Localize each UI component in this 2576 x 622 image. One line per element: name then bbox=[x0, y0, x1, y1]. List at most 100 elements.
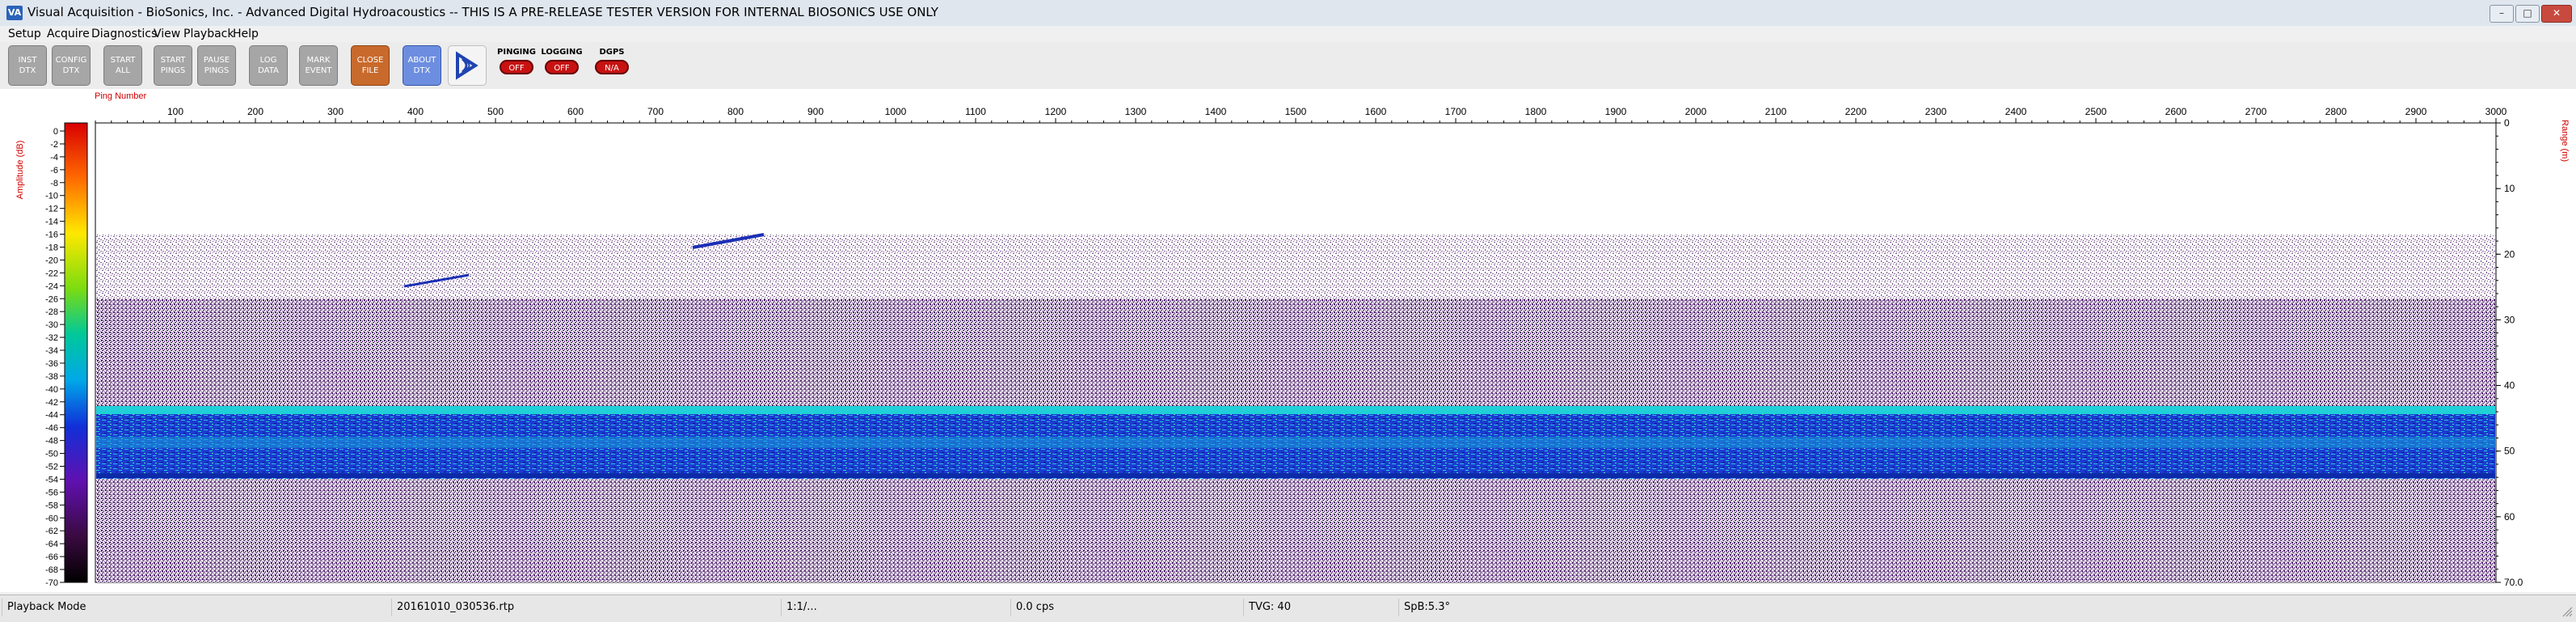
x-tick-label: 2800 bbox=[2325, 106, 2347, 117]
inst-dtx-button[interactable]: INST DTX bbox=[8, 45, 47, 86]
x-tick-label: 2900 bbox=[2405, 106, 2427, 117]
close-window-button[interactable]: ✕ bbox=[2541, 5, 2572, 23]
x-tick-label: 3000 bbox=[2485, 106, 2507, 117]
sub-bottom-noise bbox=[96, 479, 2495, 582]
range-tick-label: 30 bbox=[2504, 314, 2515, 325]
start-pings-button[interactable]: START PINGS bbox=[154, 45, 192, 86]
colorbar-tick-label: -30 bbox=[45, 320, 58, 330]
water-column-noise-upper bbox=[96, 235, 2495, 299]
x-tick-label: 1400 bbox=[1205, 106, 1227, 117]
seabed-mid-line bbox=[96, 437, 2495, 448]
close-file-button[interactable]: CLOSE FILE bbox=[351, 45, 390, 86]
colorbar-tick-label: -66 bbox=[45, 552, 58, 562]
maximize-button[interactable]: □ bbox=[2515, 5, 2540, 23]
colorbar-tick-label: -50 bbox=[45, 450, 58, 459]
colorbar-tick-label: -68 bbox=[45, 565, 58, 575]
biosonics-logo-icon bbox=[448, 45, 487, 86]
colorbar-tick-label: -22 bbox=[45, 269, 58, 278]
colorbar-tick-label: -38 bbox=[45, 372, 58, 382]
x-tick-label: 2200 bbox=[1845, 106, 1867, 117]
x-tick-label: 2300 bbox=[1925, 106, 1947, 117]
range-axis-label: Range (m) bbox=[2560, 120, 2570, 162]
colorbar-tick-label: -28 bbox=[45, 307, 58, 317]
mode-status-text: Playback Mode bbox=[7, 601, 86, 613]
colorbar-tick-label: 0 bbox=[53, 127, 58, 137]
x-tick-label: 1500 bbox=[1285, 106, 1307, 117]
colorbar-tick-label: -14 bbox=[45, 218, 58, 227]
menu-playback[interactable]: Playback bbox=[183, 28, 234, 40]
mark-event-button[interactable]: MARK EVENT bbox=[299, 45, 338, 86]
colorbar-tick-label: -56 bbox=[45, 488, 58, 497]
ping-number-axis: 100 200 300 400 500 600 700 800 900 1000 1100 1200 1… bbox=[95, 106, 2507, 123]
minimize-button[interactable]: – bbox=[2490, 5, 2514, 23]
menu-setup[interactable]: Setup bbox=[8, 28, 41, 40]
colorbar-tick-label: -2 bbox=[50, 140, 58, 150]
file-status: 20161010_030536.rtp bbox=[391, 599, 779, 616]
amplitude-colorbar bbox=[64, 122, 88, 583]
echogram-chart[interactable]: Ping Number Amplitude (dB) Range (m) 0 -2… bbox=[0, 89, 2576, 592]
colorbar-tick-label: -10 bbox=[45, 192, 58, 201]
colorbar-tick-label: -48 bbox=[45, 437, 58, 446]
pinging-indicator: PINGING OFF bbox=[495, 45, 538, 86]
range-tick-label: 60 bbox=[2504, 511, 2515, 523]
log-data-button[interactable]: LOG DATA bbox=[249, 45, 288, 86]
range-tick-label: 50 bbox=[2504, 446, 2515, 457]
menu-bar: Setup Acquire Diagnostics View Playback … bbox=[0, 26, 2576, 42]
colorbar-tick-label: -40 bbox=[45, 385, 58, 395]
range-tick-label: 40 bbox=[2504, 380, 2515, 391]
colorbar-tick-label: -58 bbox=[45, 501, 58, 510]
about-dtx-button[interactable]: ABOUT DTX bbox=[403, 45, 441, 86]
waves-logo-icon bbox=[456, 51, 479, 80]
cps-status-text: 0.0 cps bbox=[1016, 601, 1054, 613]
x-tick-label: 1300 bbox=[1125, 106, 1147, 117]
colorbar-tick-label: -16 bbox=[45, 231, 58, 240]
colorbar-tick-label: -70 bbox=[45, 578, 58, 588]
colorbar-tick-label: -62 bbox=[45, 527, 58, 536]
colorbar-tick-label: -24 bbox=[45, 281, 58, 291]
colorbar-tick-label: -46 bbox=[45, 424, 58, 434]
logging-indicator: LOGGING OFF bbox=[540, 45, 584, 86]
menu-help[interactable]: Help bbox=[233, 28, 259, 40]
tvg-status: TVG: 40 bbox=[1243, 599, 1397, 616]
ratio-status: 1:1/... bbox=[781, 599, 1009, 616]
spb-status: SpB:5.3° bbox=[1398, 599, 2562, 616]
app-icon: VA bbox=[6, 6, 23, 20]
menu-acquire[interactable]: Acquire bbox=[47, 28, 90, 40]
colorbar-tick-label: -64 bbox=[45, 539, 58, 549]
start-all-button[interactable]: START ALL bbox=[103, 45, 142, 86]
menu-diagnostics[interactable]: Diagnostics bbox=[91, 28, 157, 40]
colorbar-tick-label: -6 bbox=[50, 166, 58, 176]
colorbar-tick-label: -44 bbox=[45, 411, 58, 421]
colorbar-tick-label: -20 bbox=[45, 256, 58, 265]
water-column-noise bbox=[96, 299, 2495, 406]
title-bar: VA Visual Acquisition - BioSonics, Inc. … bbox=[0, 0, 2576, 27]
colorbar-ticks: 0 -2 -4 -6 -8 -10 -12 -14 -16 -18 -20 -22 -24 -26 -28 -… bbox=[45, 127, 65, 588]
x-axis-label: Ping Number bbox=[95, 91, 147, 101]
amplitude-axis-label: Amplitude (dB) bbox=[15, 141, 25, 200]
spb-status-text: SpB:5.3° bbox=[1404, 601, 1450, 613]
colorbar-tick-label: -60 bbox=[45, 514, 58, 523]
seabed-top-line bbox=[96, 406, 2495, 414]
menu-view[interactable]: View bbox=[154, 28, 180, 40]
pause-pings-button[interactable]: PAUSE PINGS bbox=[197, 45, 236, 86]
colorbar-tick-label: -26 bbox=[45, 294, 58, 304]
colorbar-tick-label: -54 bbox=[45, 475, 58, 484]
colorbar-tick-label: -12 bbox=[45, 205, 58, 214]
seabed-bottom-line bbox=[96, 473, 2495, 478]
x-tick-label: 400 bbox=[407, 106, 424, 117]
range-tick-label: 0 bbox=[2504, 117, 2510, 129]
x-tick-label: 1600 bbox=[1365, 106, 1387, 117]
x-tick-label: 2500 bbox=[2085, 106, 2107, 117]
x-tick-label: 1700 bbox=[1445, 106, 1467, 117]
dgps-indicator: DGPS N/A bbox=[590, 45, 634, 86]
file-status-text: 20161010_030536.rtp bbox=[397, 601, 515, 613]
window-title: Visual Acquisition - BioSonics, Inc. - A… bbox=[27, 5, 938, 19]
echogram-panel[interactable]: Ping Number Amplitude (dB) Range (m) 0 -2… bbox=[0, 89, 2576, 592]
dgps-label: DGPS bbox=[599, 48, 625, 57]
x-tick-label: 500 bbox=[487, 106, 504, 117]
x-tick-label: 2700 bbox=[2245, 106, 2267, 117]
resize-grip-icon[interactable] bbox=[2561, 605, 2573, 617]
x-tick-label: 200 bbox=[247, 106, 264, 117]
config-dtx-button[interactable]: CONFIG DTX bbox=[52, 45, 91, 86]
x-tick-label: 2400 bbox=[2005, 106, 2027, 117]
